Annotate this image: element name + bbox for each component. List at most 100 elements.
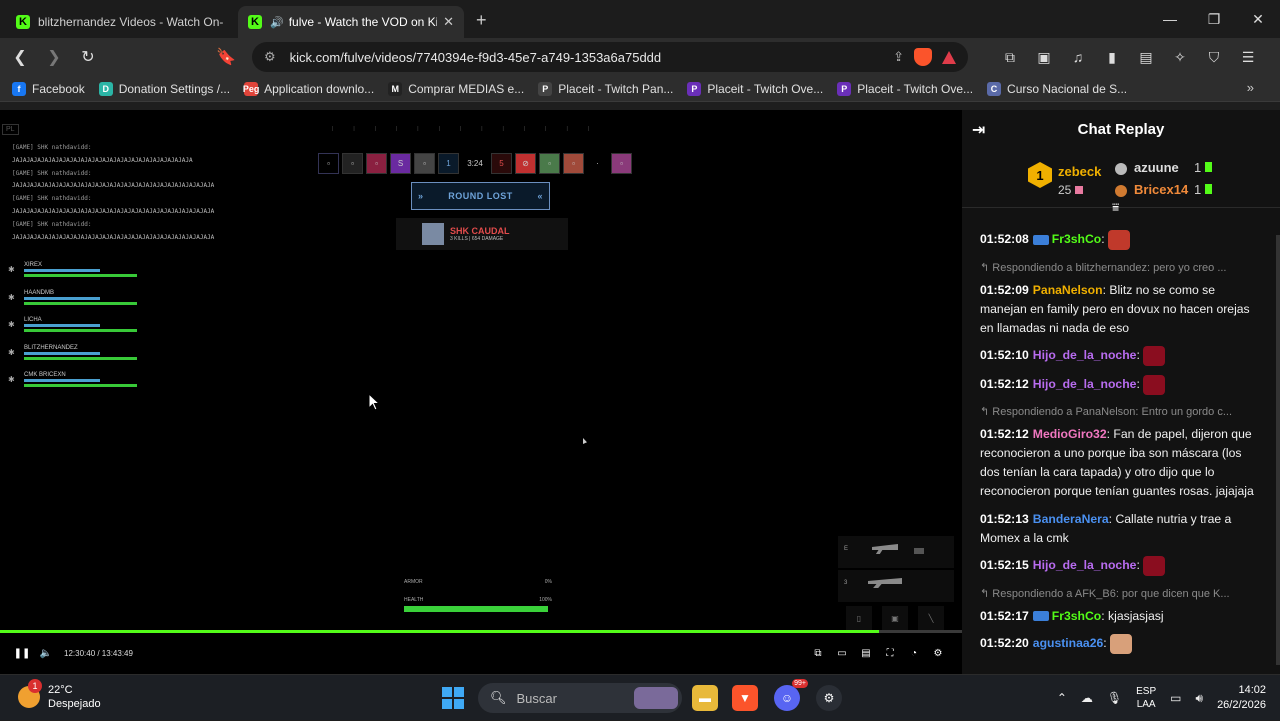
brave-rewards-icon[interactable] <box>942 50 956 64</box>
start-button[interactable] <box>442 687 464 709</box>
language-indicator[interactable]: ESP LAA <box>1136 685 1156 711</box>
site-info-icon[interactable]: ⚙ <box>264 49 276 65</box>
video-player[interactable]: PL [GAME] SHK nathdavidd: JAJAJAJAJAJAJA… <box>0 110 962 674</box>
feed-line: JAJAJAJAJAJAJAJAJAJAJAJAJAJAJAJAJAJAJAJA… <box>12 207 215 215</box>
bookmark-label: Curso Nacional de S... <box>1007 81 1128 96</box>
more-bookmarks-icon[interactable]: » <box>1247 80 1254 95</box>
wallet-icon[interactable]: ▤ <box>1134 45 1158 69</box>
emote-icon <box>1108 230 1131 250</box>
maximize-button[interactable]: ❐ <box>1192 0 1236 38</box>
message-username[interactable]: PanaNelson <box>1033 283 1103 297</box>
feed-line: [GAME] SHK nathdavidd: <box>12 144 92 151</box>
bookmark-item[interactable]: P Placeit - Twitch Ove... <box>687 81 823 96</box>
bookmark-item[interactable]: D Donation Settings /... <box>98 81 230 96</box>
team-icon: ▫ <box>318 153 339 174</box>
sidebar-icon[interactable]: ▮ <box>1100 45 1124 69</box>
chat-message[interactable]: 01:52:12 Hijo_de_la_noche: <box>980 374 1262 395</box>
taskbar-search[interactable]: 🔍︎ Buscar <box>478 683 682 713</box>
message-username[interactable]: Hijo_de_la_noche <box>1033 377 1137 391</box>
reply-context[interactable]: ↰ Respondiendo a AFK_B6: por que dicen q… <box>980 585 1262 604</box>
pause-button[interactable]: ❚❚ <box>10 642 34 666</box>
volume-icon[interactable]: 🔊︎ <box>1196 691 1204 706</box>
smoke-icon: ▣ <box>882 606 908 630</box>
chat-message[interactable]: 01:52:08 Fr3shCo: <box>980 230 1262 250</box>
chat-message[interactable]: 01:52:17 Fr3shCo: kjasjasjasj <box>980 607 1262 626</box>
chat-message[interactable]: 01:52:13 BanderaNera: Callate nutria y tr… <box>980 510 1262 548</box>
subscriber-badge-icon <box>1032 611 1049 622</box>
volume-button[interactable]: 🔈 <box>34 642 58 666</box>
close-window-button[interactable]: ✕ <box>1236 0 1280 38</box>
gift-icon <box>1075 186 1084 194</box>
network-icon[interactable]: ▭ <box>1170 691 1181 705</box>
microphone-icon[interactable]: 🎙︎ <box>1107 691 1122 705</box>
roster-player: ✱ BLITZHERNANDEZ <box>8 345 148 373</box>
chat-scrollbar[interactable] <box>1276 235 1280 665</box>
collapse-chat-icon[interactable]: ⇥ <box>972 120 985 140</box>
brave-shields-icon[interactable] <box>914 48 932 66</box>
close-tab-icon[interactable]: ✕ <box>443 14 454 30</box>
back-button[interactable]: ❮ <box>6 43 34 71</box>
reply-context[interactable]: ↰ Respondiendo a PanaNelson: Entro un go… <box>980 403 1262 422</box>
bookmark-item[interactable]: M Comprar MEDIAS e... <box>388 81 524 96</box>
gifter-name[interactable]: azuune <box>1134 160 1179 175</box>
leo-icon[interactable]: ✧ <box>1168 45 1192 69</box>
minimize-button[interactable]: — <box>1148 0 1192 38</box>
message-username[interactable]: Fr3shCo <box>1052 609 1101 623</box>
player-name: HAANDMB <box>24 289 55 296</box>
theater-button[interactable]: ▤ <box>854 641 878 665</box>
chat-message[interactable]: 01:52:15 Hijo_de_la_noche: <box>980 556 1262 576</box>
team-icon: ▫ <box>366 153 387 174</box>
health-bar <box>24 384 137 387</box>
url-text[interactable]: kick.com/fulve/videos/7740394e-f9d3-45e7… <box>290 50 893 65</box>
onedrive-icon[interactable]: ☁ <box>1081 691 1093 705</box>
gifter-name[interactable]: Bricex14 <box>1134 182 1188 197</box>
chat-message[interactable]: 01:52:20 agustinaa26: <box>980 634 1262 654</box>
discord-icon[interactable]: ☺ 99+ <box>774 679 808 711</box>
gifter-name[interactable]: zebeck <box>1058 164 1101 179</box>
chat-message[interactable]: 01:52:12 MedioGiro32: Fan de papel, dijer… <box>980 425 1262 501</box>
reply-arrow-icon: ↰ <box>980 406 993 418</box>
message-username[interactable]: Hijo_de_la_noche <box>1033 558 1137 572</box>
speaker-icon[interactable]: 🔊 <box>270 16 284 29</box>
weather-widget[interactable]: 1 22°C Despejado <box>18 679 101 711</box>
bookmark-item[interactable]: P Placeit - Twitch Ove... <box>837 81 973 96</box>
settings-icon[interactable]: ⚙ <box>926 641 950 665</box>
reload-button[interactable]: ↻ <box>74 43 102 71</box>
tab-fulve[interactable]: K 🔊 fulve - Watch the VOD on Kick ✕ <box>238 6 464 38</box>
chat-message[interactable]: 01:52:09 PanaNelson: Blitz no se como se … <box>980 281 1262 338</box>
chat-message[interactable]: 01:52:10 Hijo_de_la_noche: <box>980 346 1262 366</box>
message-username[interactable]: agustinaa26 <box>1033 636 1103 650</box>
clip-button[interactable]: ▭ <box>830 641 854 665</box>
steam-overlay-icon[interactable]: ⚙ <box>816 685 842 711</box>
tray-overflow-icon[interactable]: ⌃ <box>1057 691 1067 705</box>
menu-icon[interactable]: ☰ <box>1236 45 1260 69</box>
message-username[interactable]: MedioGiro32 <box>1033 427 1107 441</box>
brave-browser-icon[interactable]: ▼ <box>732 685 758 711</box>
reply-context[interactable]: ↰ Respondiendo a blitzhernandez: pero yo… <box>980 259 1262 278</box>
share-icon[interactable]: ⇪ <box>893 49 904 65</box>
bookmark-item[interactable]: f Facebook <box>12 81 85 96</box>
bookmark-item[interactable]: C Curso Nacional de S... <box>987 81 1128 96</box>
speed-button[interactable]: ◔ <box>902 641 926 665</box>
file-explorer-icon[interactable]: ▬ <box>692 685 718 711</box>
message-username[interactable]: BanderaNera <box>1033 512 1109 526</box>
screenshot-icon[interactable]: ▣ <box>1032 45 1056 69</box>
extensions-icon[interactable]: ⧉ <box>998 45 1022 69</box>
media-icon[interactable]: ♫ <box>1066 45 1090 69</box>
tab-blitzhernandez[interactable]: K blitzhernandez Videos - Watch On-Dema <box>6 6 234 38</box>
message-username[interactable]: Fr3shCo <box>1052 232 1101 246</box>
system-clock[interactable]: 14:02 26/2/2026 <box>1217 683 1266 713</box>
miniplayer-button[interactable]: ⧉ <box>806 641 830 665</box>
bookmark-item[interactable]: P Placeit - Twitch Pan... <box>538 81 673 96</box>
bookmark-item[interactable]: Peg Application downlo... <box>243 81 374 96</box>
message-username[interactable]: Hijo_de_la_noche <box>1033 348 1137 362</box>
vpn-icon[interactable]: ⛉ <box>1202 45 1226 69</box>
fullscreen-button[interactable]: ⛶ <box>878 641 902 665</box>
notification-badge: 1 <box>28 679 42 693</box>
forward-button[interactable]: ❯ <box>40 43 68 71</box>
armor-bar <box>24 379 100 382</box>
bookmark-icon[interactable]: 🔖 <box>212 43 240 71</box>
filter-icon[interactable]: ⩸ <box>1112 200 1119 215</box>
new-tab-button[interactable]: + <box>476 10 487 31</box>
address-bar[interactable]: ⚙ kick.com/fulve/videos/7740394e-f9d3-45… <box>252 42 968 72</box>
